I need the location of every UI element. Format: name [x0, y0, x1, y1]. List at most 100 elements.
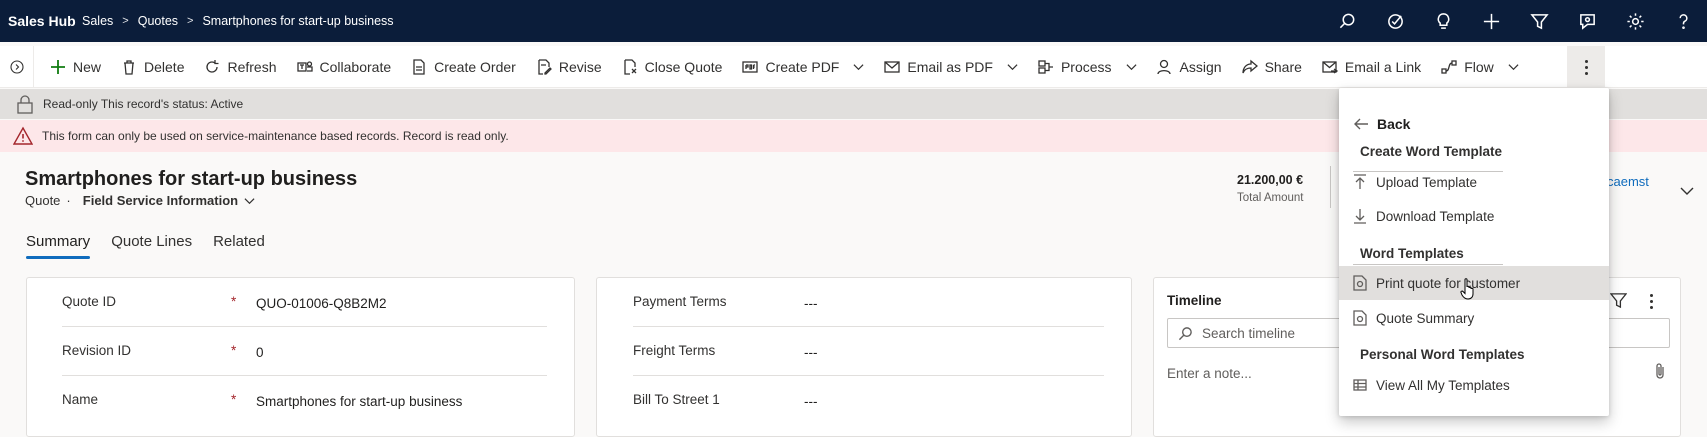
back-label: Back	[1377, 116, 1411, 132]
mail-link-icon	[1322, 60, 1338, 74]
top-icon-group	[1323, 0, 1707, 42]
share-button[interactable]: Share	[1232, 46, 1312, 88]
refresh-button[interactable]: Refresh	[194, 46, 286, 88]
process-button[interactable]: Process	[1028, 46, 1147, 88]
chevron-down-icon[interactable]	[1007, 61, 1018, 72]
print-quote-label: Print quote for customer	[1376, 275, 1521, 291]
field-value[interactable]: ---	[804, 345, 818, 360]
share-icon	[1241, 59, 1258, 73]
note-input[interactable]: Enter a note...	[1167, 366, 1252, 381]
breadcrumb-record: Smartphones for start-up business	[202, 14, 394, 28]
person-icon	[1156, 59, 1171, 74]
refresh-label: Refresh	[227, 58, 277, 75]
app-title[interactable]: Sales Hub	[0, 13, 82, 29]
total-amount-value: 21.200,00 €	[1237, 173, 1304, 187]
chevron-down-icon[interactable]	[1126, 61, 1137, 72]
plus-icon	[51, 59, 65, 74]
tab-quote-lines[interactable]: Quote Lines	[111, 233, 192, 257]
quote-summary-item[interactable]: Quote Summary	[1339, 301, 1609, 335]
share-label: Share	[1264, 58, 1302, 75]
field-value[interactable]: QUO-01006-Q8B2M2	[256, 296, 387, 311]
tab-summary[interactable]: Summary	[26, 233, 91, 259]
search-placeholder: Search timeline	[1202, 325, 1296, 341]
email-a-link-button[interactable]: Email a Link	[1312, 46, 1431, 88]
upload-template-item[interactable]: Upload Template	[1339, 165, 1609, 199]
field-value[interactable]: 0	[256, 345, 264, 360]
view-all-my-templates-item[interactable]: View All My Templates	[1339, 368, 1609, 402]
create-order-label: Create Order	[434, 58, 516, 75]
document-icon	[413, 58, 425, 75]
more-vertical-icon[interactable]	[1650, 292, 1653, 310]
gear-icon[interactable]	[1611, 0, 1659, 42]
entity-name: Quote	[25, 193, 61, 208]
flow-icon	[1441, 59, 1457, 74]
assign-label: Assign	[1179, 58, 1222, 75]
field-revision-id: Revision ID * 0	[62, 327, 547, 376]
breadcrumb: Sales > Quotes > Smartphones for start-u…	[82, 14, 394, 28]
back-button[interactable]: Back	[1353, 116, 1410, 132]
revise-button[interactable]: Revise	[526, 46, 612, 88]
field-name: Name * Smartphones for start-up business	[62, 376, 547, 425]
top-navigation-bar: Sales Hub Sales > Quotes > Smartphones f…	[0, 0, 1707, 42]
breadcrumb-sales[interactable]: Sales	[82, 14, 113, 28]
required-marker: *	[231, 294, 237, 309]
word-document-icon	[1353, 310, 1367, 326]
command-bar: New Delete Refresh Collaborate Create Or…	[0, 45, 1707, 88]
field-value[interactable]: Smartphones for start-up business	[256, 394, 462, 409]
separator-dot: ·	[66, 193, 71, 208]
search-icon	[1178, 326, 1192, 340]
delete-label: Delete	[144, 58, 185, 75]
expand-header-chevron-icon[interactable]	[1680, 184, 1694, 198]
create-pdf-button[interactable]: Create PDF	[732, 46, 874, 88]
assign-button[interactable]: Assign	[1147, 46, 1232, 88]
help-icon[interactable]	[1659, 0, 1707, 42]
paperclip-icon[interactable]	[1653, 362, 1667, 380]
field-bill-to-street-1: Bill To Street 1 ---	[633, 376, 1104, 425]
expand-sitemap-button[interactable]	[0, 45, 34, 88]
readonly-text: Read-only This record's status: Active	[43, 97, 244, 111]
process-label: Process	[1060, 58, 1112, 75]
download-template-item[interactable]: Download Template	[1339, 199, 1609, 233]
header-owner-link[interactable]: caemst	[1607, 174, 1649, 189]
breadcrumb-quotes[interactable]: Quotes	[138, 14, 178, 28]
close-quote-button[interactable]: Close Quote	[612, 46, 733, 88]
pdf-icon	[742, 60, 759, 73]
new-label: New	[73, 58, 102, 75]
chevron-down-icon[interactable]	[853, 61, 864, 72]
task-check-icon[interactable]	[1371, 0, 1419, 42]
email-as-pdf-label: Email as PDF	[907, 58, 993, 75]
create-word-template-header: Create Word Template	[1360, 144, 1503, 159]
quote-summary-label: Quote Summary	[1376, 310, 1475, 326]
flow-button[interactable]: Flow	[1431, 46, 1529, 88]
field-label: Revision ID	[62, 343, 132, 358]
assistant-icon[interactable]	[1563, 0, 1611, 42]
collaborate-button[interactable]: Collaborate	[287, 46, 402, 88]
more-commands-button[interactable]	[1567, 46, 1605, 88]
field-payment-terms: Payment Terms ---	[633, 278, 1104, 327]
warning-text: This form can only be used on service-ma…	[42, 129, 509, 143]
delete-button[interactable]: Delete	[111, 46, 194, 88]
mail-icon	[884, 60, 901, 73]
download-icon	[1354, 209, 1366, 224]
lightbulb-icon[interactable]	[1419, 0, 1467, 42]
form-selector[interactable]: Field Service Information	[83, 193, 238, 208]
field-label: Payment Terms	[633, 294, 727, 309]
field-freight-terms: Freight Terms ---	[633, 327, 1104, 376]
field-value[interactable]: ---	[804, 394, 818, 409]
view-all-label: View All My Templates	[1376, 377, 1510, 393]
chevron-down-icon[interactable]	[244, 195, 255, 206]
filter-icon[interactable]	[1515, 0, 1563, 42]
personal-word-templates-header: Personal Word Templates	[1360, 347, 1525, 362]
field-value[interactable]: ---	[804, 296, 818, 311]
required-marker: *	[231, 392, 237, 407]
filter-icon[interactable]	[1610, 292, 1627, 309]
flow-label: Flow	[1464, 58, 1494, 75]
chevron-down-icon[interactable]	[1508, 61, 1519, 72]
tab-related[interactable]: Related	[213, 233, 265, 257]
create-order-button[interactable]: Create Order	[401, 46, 526, 88]
email-as-pdf-button[interactable]: Email as PDF	[874, 46, 1028, 88]
lock-icon	[17, 95, 33, 114]
search-icon[interactable]	[1323, 0, 1371, 42]
plus-icon[interactable]	[1467, 0, 1515, 42]
new-button[interactable]: New	[40, 46, 111, 88]
